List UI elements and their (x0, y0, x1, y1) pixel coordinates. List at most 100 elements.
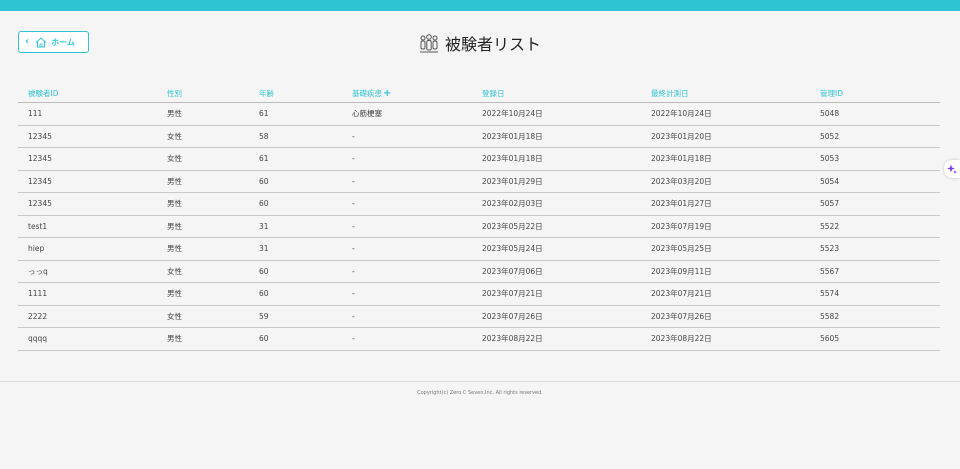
assistant-button[interactable] (944, 160, 960, 178)
cell-last-measured-date: 2023年05月25日 (641, 237, 810, 261)
cell-registered-date: 2023年07月21日 (472, 282, 641, 306)
footer-divider (0, 381, 960, 382)
cell-disease: - (342, 327, 472, 351)
cell-disease: - (342, 260, 472, 283)
column-header-management-id[interactable]: 管理ID (810, 84, 940, 103)
cell-management-id: 5053 (810, 147, 940, 171)
cell-disease: - (342, 170, 472, 193)
column-header-last-measured-date[interactable]: 最終計測日 (641, 84, 810, 103)
top-accent-bar (0, 0, 960, 11)
cell-subject-id: 111 (18, 102, 157, 126)
cell-last-measured-date: 2023年01月27日 (641, 192, 810, 216)
cell-registered-date: 2023年07月26日 (472, 305, 641, 328)
cell-disease: - (342, 215, 472, 238)
cell-disease: - (342, 305, 472, 328)
cell-management-id: 5574 (810, 282, 940, 306)
cell-gender: 女性 (157, 260, 249, 283)
people-group-icon (419, 34, 438, 53)
cell-gender: 男性 (157, 215, 249, 238)
table-row[interactable]: 2222 女性 59-2023年07月26日 2023年07月26日 5582 (18, 305, 940, 328)
cell-registered-date: 2023年02月03日 (472, 192, 641, 216)
column-header-subject-id[interactable]: 被験者ID (18, 84, 157, 103)
cell-age: 58 (249, 125, 342, 148)
column-header-disease[interactable]: 基礎疾患+ (342, 84, 472, 103)
add-disease-icon[interactable]: + (383, 88, 391, 99)
cell-subject-id: 12345 (18, 170, 157, 193)
table-header-row: 被験者ID 性別 年齢 基礎疾患+ 登録日 最終計測日 管理ID (18, 84, 940, 103)
cell-registered-date: 2023年07月06日 (472, 260, 641, 283)
column-header-gender[interactable]: 性別 (157, 84, 249, 103)
cell-gender: 男性 (157, 192, 249, 216)
cell-disease: 心筋梗塞 (342, 102, 472, 126)
cell-disease: - (342, 147, 472, 171)
cell-age: 60 (249, 327, 342, 351)
table-row[interactable]: qqqq 男性 60-2023年08月22日 2023年08月22日 5605 (18, 327, 940, 351)
cell-subject-id: qqqq (18, 327, 157, 351)
cell-registered-date: 2022年10月24日 (472, 102, 641, 126)
cell-management-id: 5567 (810, 260, 940, 283)
cell-age: 60 (249, 170, 342, 193)
table-row[interactable]: 12345 女性 61-2023年01月18日 2023年01月18日 5053 (18, 147, 940, 171)
cell-last-measured-date: 2023年09月11日 (641, 260, 810, 283)
cell-age: 61 (249, 147, 342, 171)
copyright-text: Copyright(c) Zero C Seven,Inc. All right… (417, 390, 543, 396)
cell-management-id: 5048 (810, 102, 940, 126)
cell-gender: 男性 (157, 237, 249, 261)
cell-registered-date: 2023年08月22日 (472, 327, 641, 351)
cell-management-id: 5052 (810, 125, 940, 148)
sparkle-icon (947, 164, 957, 174)
cell-registered-date: 2023年05月24日 (472, 237, 641, 261)
cell-subject-id: 12345 (18, 147, 157, 171)
cell-last-measured-date: 2022年10月24日 (641, 102, 810, 126)
table-row[interactable]: hiep 男性 31-2023年05月24日 2023年05月25日 5523 (18, 237, 940, 261)
cell-last-measured-date: 2023年07月21日 (641, 282, 810, 306)
table-row[interactable]: 111 男性 61 心筋梗塞 2022年10月24日 2022年10月24日 5048 (18, 102, 940, 126)
cell-registered-date: 2023年01月18日 (472, 147, 641, 171)
cell-management-id: 5582 (810, 305, 940, 328)
cell-gender: 男性 (157, 170, 249, 193)
cell-last-measured-date: 2023年01月20日 (641, 125, 810, 148)
cell-age: 60 (249, 282, 342, 306)
cell-age: 31 (249, 237, 342, 261)
cell-last-measured-date: 2023年07月19日 (641, 215, 810, 238)
cell-age: 61 (249, 102, 342, 126)
cell-subject-id: test1 (18, 215, 157, 238)
table-row[interactable]: っっq 女性 60-2023年07月06日 2023年09月11日 5567 (18, 260, 940, 283)
cell-registered-date: 2023年01月29日 (472, 170, 641, 193)
cell-management-id: 5057 (810, 192, 940, 216)
cell-last-measured-date: 2023年08月22日 (641, 327, 810, 351)
cell-registered-date: 2023年05月22日 (472, 215, 641, 238)
cell-age: 59 (249, 305, 342, 328)
cell-management-id: 5522 (810, 215, 940, 238)
cell-gender: 女性 (157, 125, 249, 148)
cell-disease: - (342, 237, 472, 261)
cell-disease: - (342, 192, 472, 216)
cell-management-id: 5054 (810, 170, 940, 193)
cell-subject-id: hiep (18, 237, 157, 261)
cell-gender: 女性 (157, 305, 249, 328)
cell-last-measured-date: 2023年01月18日 (641, 147, 810, 171)
cell-gender: 男性 (157, 327, 249, 351)
table-row[interactable]: 12345 男性 60-2023年02月03日 2023年01月27日 5057 (18, 192, 940, 216)
table-row[interactable]: 12345 男性 60-2023年01月29日 2023年03月20日 5054 (18, 170, 940, 193)
cell-subject-id: っっq (18, 260, 157, 283)
cell-subject-id: 12345 (18, 192, 157, 216)
table-row[interactable]: test1 男性 31-2023年05月22日 2023年07月19日 5522 (18, 215, 940, 238)
cell-gender: 男性 (157, 102, 249, 126)
cell-age: 31 (249, 215, 342, 238)
cell-age: 60 (249, 192, 342, 216)
cell-disease: - (342, 125, 472, 148)
cell-last-measured-date: 2023年07月26日 (641, 305, 810, 328)
cell-subject-id: 1111 (18, 282, 157, 306)
cell-last-measured-date: 2023年03月20日 (641, 170, 810, 193)
cell-gender: 女性 (157, 147, 249, 171)
cell-management-id: 5605 (810, 327, 940, 351)
table-row[interactable]: 1111 男性 60-2023年07月21日 2023年07月21日 5574 (18, 282, 940, 306)
cell-registered-date: 2023年01月18日 (472, 125, 641, 148)
table-body: 111 男性 61 心筋梗塞 2022年10月24日 2022年10月24日 5048 123… (18, 102, 940, 351)
cell-subject-id: 2222 (18, 305, 157, 328)
cell-gender: 男性 (157, 282, 249, 306)
column-header-age[interactable]: 年齢 (249, 84, 342, 103)
column-header-registered-date[interactable]: 登録日 (472, 84, 641, 103)
table-row[interactable]: 12345 女性 58-2023年01月18日 2023年01月20日 5052 (18, 125, 940, 148)
